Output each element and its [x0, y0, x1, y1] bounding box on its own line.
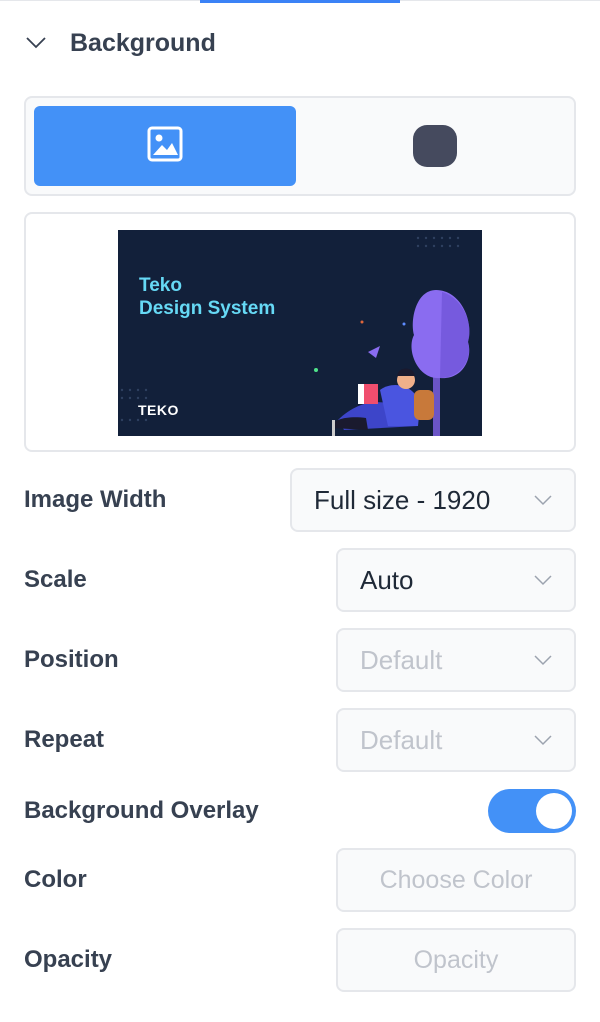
position-row: Position Default	[24, 628, 576, 692]
position-placeholder: Default	[360, 644, 443, 675]
color-label: Color	[24, 866, 87, 893]
image-width-label: Image Width	[24, 486, 167, 513]
scale-select[interactable]: Auto	[336, 548, 576, 612]
preview-title: Teko Design System	[139, 274, 275, 320]
image-width-select[interactable]: Full size - 1920	[290, 468, 576, 532]
chevron-down-icon[interactable]	[24, 31, 48, 55]
chevron-down-icon	[532, 569, 554, 591]
background-overlay-row: Background Overlay	[24, 789, 576, 833]
chevron-down-icon	[532, 729, 554, 751]
background-overlay-toggle[interactable]	[488, 789, 576, 833]
chevron-down-icon	[532, 489, 554, 511]
color-input[interactable]	[336, 848, 576, 912]
position-select[interactable]: Default	[336, 628, 576, 692]
scale-row: Scale Auto	[24, 548, 576, 612]
opacity-label: Opacity	[24, 946, 113, 973]
preview-title-line1: Teko	[139, 275, 182, 296]
scale-label: Scale	[24, 566, 87, 593]
active-tab-indicator	[200, 0, 400, 3]
color-icon	[413, 125, 457, 167]
opacity-row: Opacity	[24, 928, 576, 992]
repeat-placeholder: Default	[360, 724, 443, 755]
scale-value: Auto	[360, 564, 414, 595]
toggle-knob	[536, 793, 572, 829]
background-image-preview[interactable]: Teko Design System TEKO	[24, 212, 576, 452]
background-section-header[interactable]: Background	[24, 26, 216, 60]
image-width-row: Image Width Full size - 1920	[24, 468, 576, 532]
preview-logo: TEKO	[138, 402, 179, 418]
opacity-input[interactable]	[336, 928, 576, 992]
preview-image: Teko Design System TEKO	[118, 230, 482, 436]
tab-color[interactable]	[304, 106, 566, 186]
image-width-value: Full size - 1920	[314, 484, 491, 515]
background-type-tabs	[24, 96, 576, 196]
position-label: Position	[24, 646, 119, 673]
tab-image[interactable]	[34, 106, 296, 186]
repeat-select[interactable]: Default	[336, 708, 576, 772]
chevron-down-icon	[532, 649, 554, 671]
repeat-label: Repeat	[24, 726, 105, 753]
section-title: Background	[70, 28, 216, 57]
color-row: Color	[24, 848, 576, 912]
preview-title-line2: Design System	[139, 298, 276, 319]
image-icon	[147, 126, 183, 167]
background-overlay-label: Background Overlay	[24, 797, 259, 824]
repeat-row: Repeat Default	[24, 708, 576, 772]
